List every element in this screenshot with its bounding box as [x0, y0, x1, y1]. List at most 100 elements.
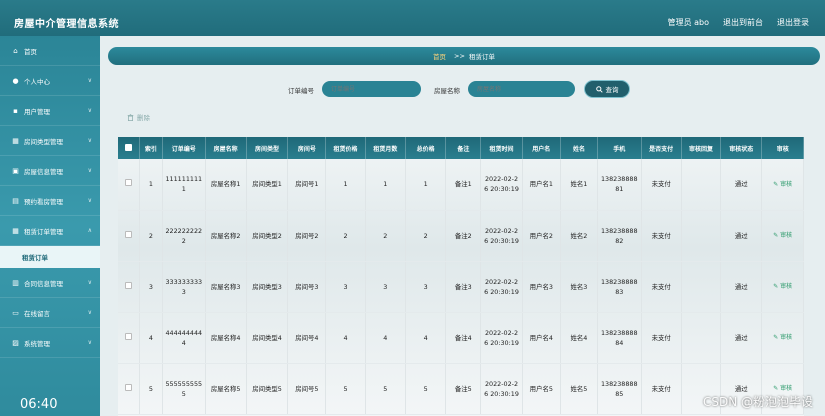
table-cell: 房间类型4 [246, 312, 289, 364]
audit-cell[interactable]: ✎ 审核 [761, 159, 804, 211]
sidebar-item-viewings[interactable]: ▤ 预约看房管理 ∨ [0, 186, 100, 216]
table-cell: 2022-02-26 20:30:19 [480, 312, 523, 364]
row-checkbox[interactable] [124, 281, 132, 289]
chevron-down-icon: ∨ [87, 339, 92, 346]
table-cell: 姓名4 [560, 312, 599, 364]
house-icon: ▣ [12, 166, 19, 175]
audit-link[interactable]: ✎ 审核 [773, 232, 792, 239]
row-checkbox[interactable] [124, 332, 132, 340]
column-header: 租赁时间 [480, 137, 523, 159]
delete-button-label: 删除 [137, 114, 150, 122]
audit-link[interactable]: ✎ 审核 [773, 334, 792, 341]
current-user: 管理员 abo [667, 18, 709, 27]
table-cell: 5555555555 [162, 363, 206, 415]
sidebar-item-orders[interactable]: ▦ 租赁订单管理 ∧ [0, 216, 100, 246]
app-title: 房屋中介管理信息系统 [14, 19, 119, 30]
table-cell: 4 [325, 312, 366, 364]
column-header: 备注 [445, 137, 482, 159]
table-cell: 备注4 [445, 312, 482, 364]
table-cell: 未支付 [641, 312, 682, 364]
logout-link[interactable]: 退出登录 [777, 17, 809, 28]
table-cell: 1 [325, 159, 366, 211]
table-cell: 5 [405, 363, 447, 415]
column-header: 索引 [139, 137, 164, 159]
sidebar-item-messages[interactable]: ▭ 在线留言 ∨ [0, 298, 100, 328]
select-all-checkbox[interactable] [124, 143, 132, 151]
sidebar-item-label: 租赁订单管理 [24, 227, 63, 236]
table-cell: 未支付 [641, 261, 682, 313]
table-cell: 用户名4 [522, 312, 561, 364]
audit-cell[interactable]: ✎ 审核 [761, 261, 804, 313]
search-icon [595, 85, 603, 93]
sidebar-item-users[interactable]: ▪ 用户管理 ∨ [0, 96, 100, 126]
audit-link[interactable]: ✎ 审核 [773, 283, 792, 290]
table-cell: 2 [139, 210, 164, 262]
table-cell: 房间类型1 [246, 159, 289, 211]
users-icon: ▪ [13, 106, 18, 115]
sidebar-item-label: 在线留言 [24, 309, 50, 318]
table-header-row: 索引 订单编号 房屋名称 房间类型 房间号 租赁价格 租赁月数 总价格 备注 租… [118, 137, 804, 159]
column-header: 房间号 [287, 137, 327, 159]
row-checkbox[interactable] [124, 383, 132, 391]
table-cell: 2022-02-26 20:30:19 [480, 261, 523, 313]
sidebar-item-contracts[interactable]: ▥ 合同信息管理 ∨ [0, 268, 100, 298]
select-all-cell[interactable] [118, 137, 140, 159]
table-cell: 房间类型3 [246, 261, 289, 313]
back-to-front-link[interactable]: 退出到前台 [723, 17, 763, 28]
sidebar-item-houses[interactable]: ▣ 房屋信息管理 ∨ [0, 156, 100, 186]
sidebar-item-room-types[interactable]: ▦ 房间类型管理 ∨ [0, 126, 100, 156]
row-select-cell[interactable] [118, 159, 140, 211]
table-cell: 2222222222 [162, 210, 206, 262]
search-button[interactable]: 查询 [584, 80, 630, 98]
home-icon: ⌂ [13, 46, 18, 55]
audit-cell[interactable]: ✎ 审核 [761, 312, 804, 364]
chevron-down-icon: ∨ [87, 77, 92, 84]
table-cell: 13823888884 [597, 312, 642, 364]
message-icon: ▭ [12, 308, 19, 317]
chevron-down-icon: ∨ [87, 309, 92, 316]
order-number-input[interactable] [322, 81, 421, 97]
grid-icon: ▦ [12, 136, 19, 145]
house-name-input[interactable] [468, 81, 575, 97]
row-checkbox[interactable] [124, 179, 132, 187]
sidebar-item-profile[interactable]: ● 个人中心 ∨ [0, 66, 100, 96]
table-cell: 通过 [720, 312, 763, 364]
table-cell: 房屋名称3 [205, 261, 247, 313]
table-row: 4 4444444444 房屋名称4 房间类型4 房间号4 4 4 4 备注4 2022-02-2… [118, 312, 804, 364]
table-cell: 4 [139, 312, 164, 364]
breadcrumb-home[interactable]: 首页 [433, 51, 446, 61]
sidebar-item-system[interactable]: ▨ 系统管理 ∨ [0, 328, 100, 358]
row-select-cell[interactable] [118, 312, 140, 364]
table-cell: 1111111111 [162, 159, 206, 211]
table-cell: 2 [405, 210, 447, 262]
table-cell: 3 [325, 261, 366, 313]
sidebar-item-label: 个人中心 [24, 77, 50, 86]
table-cell: 用户名5 [522, 363, 561, 415]
delete-button[interactable]: 删除 [127, 112, 150, 122]
table-cell [681, 312, 722, 364]
column-header: 房屋名称 [205, 137, 247, 159]
sidebar-item-home[interactable]: ⌂ 首页 [0, 36, 100, 66]
chevron-down-icon: ∨ [87, 197, 92, 204]
trash-icon [127, 113, 134, 121]
table-cell: 未支付 [641, 210, 682, 262]
sidebar-item-label: 房间类型管理 [24, 137, 63, 146]
column-header: 用户名 [522, 137, 561, 159]
table-cell: 房屋名称4 [205, 312, 247, 364]
audit-link[interactable]: ✎ 审核 [773, 181, 792, 188]
column-header: 房间类型 [246, 137, 289, 159]
row-checkbox[interactable] [124, 230, 132, 238]
video-timestamp: 06:40 [20, 397, 58, 412]
row-select-cell[interactable] [118, 261, 140, 313]
sidebar-subitem-rental-orders[interactable]: 租赁订单 [0, 246, 100, 268]
audit-cell[interactable]: ✎ 审核 [761, 210, 804, 262]
table-cell: 1 [405, 159, 447, 211]
table-cell: 房间号2 [287, 210, 327, 262]
table-cell: 用户名2 [522, 210, 561, 262]
audit-link[interactable]: ✎ 审核 [773, 385, 792, 392]
row-select-cell[interactable] [118, 363, 140, 415]
breadcrumb-current: 租赁订单 [468, 53, 495, 61]
table-cell: 备注2 [445, 210, 482, 262]
row-select-cell[interactable] [118, 210, 140, 262]
table-cell: 房间类型5 [246, 363, 289, 415]
